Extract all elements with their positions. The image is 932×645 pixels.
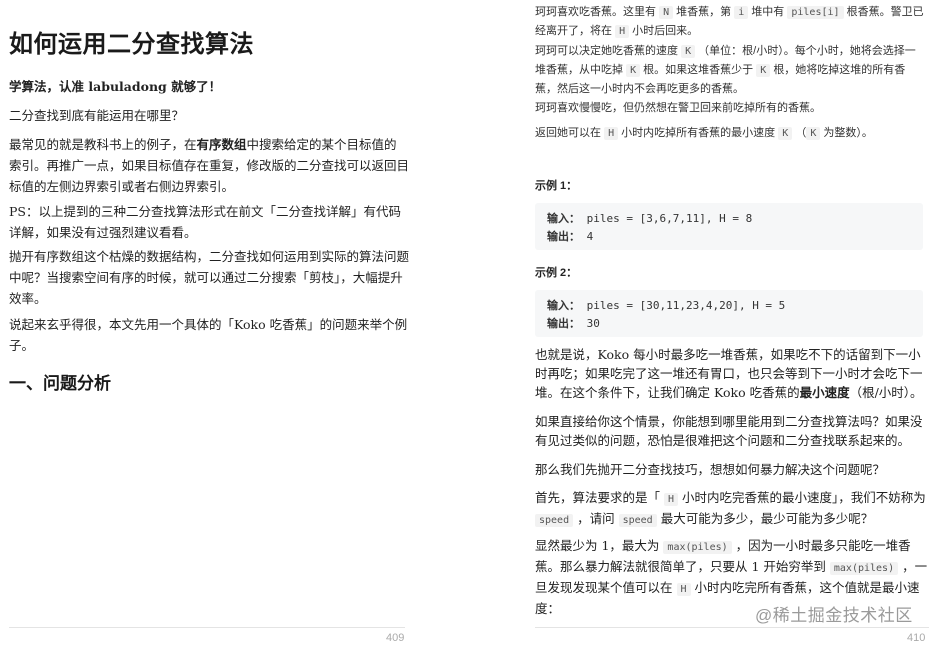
prob2-c: 根。如果这堆香蕉少于 [643, 64, 754, 76]
output-label: 输出： [547, 318, 580, 330]
section-heading: 一、问题分析 [9, 374, 111, 394]
right-page: 珂珂喜欢吃香蕉。这里有 N 堆香蕉，第 i 堆中有 piles[i] 根香蕉。警… [514, 0, 932, 645]
footer-divider [535, 627, 929, 628]
input-value: piles = [3,6,7,11], H = 8 [586, 212, 753, 225]
code-max-piles: max(piles) [829, 562, 899, 575]
s4-c: ，请问 [577, 511, 615, 526]
example-2-label: 示例 2： [535, 267, 578, 279]
code-K: K [626, 64, 641, 77]
prob1-a: 珂珂喜欢吃香蕉。这里有 [535, 6, 656, 18]
code-speed: speed [618, 514, 657, 527]
intro-paragraph: 学算法，认准 labuladong 就够了！ [9, 76, 409, 97]
code-K: K [778, 127, 793, 140]
example-1-input: 输入： piles = [3,6,7,11], H = 8 [547, 210, 911, 228]
paragraph-binary-search-uses: 最常见的就是教科书上的例子，在有序数组中搜索给定的某个目标值的索引。再推广一点，… [9, 134, 409, 197]
problem-paragraph-3: 珂珂喜欢慢慢吃，但仍然想在警卫回来前吃掉所有的香蕉。 [535, 102, 821, 114]
prob1-c: 堆中有 [751, 6, 785, 18]
explanation-paragraph-4: 首先，算法要求的是「 H 小时内吃完香蕉的最小速度」，我们不妨称为 speed … [535, 488, 931, 530]
prob4-b: 小时内吃掉所有香蕉的最小速度 [621, 127, 776, 139]
problem-paragraph-2: 珂珂可以决定她吃香蕉的速度 K （单位：根/小时）。每个小时，她将会选择一堆香蕉… [535, 42, 925, 98]
page-number: 410 [907, 632, 926, 644]
output-value: 4 [586, 230, 594, 243]
input-label: 输入： [547, 300, 580, 312]
paragraph-pruning: 抛开有序数组这个枯燥的数据结构，二分查找如何运用到实际的算法问题中呢？当搜索空间… [9, 249, 410, 306]
code-max-piles: max(piles) [663, 541, 732, 554]
p1-bold: 有序数组 [196, 137, 247, 152]
paragraph-koko-intro: 说起来玄乎得很，本文先用一个具体的「Koko 吃香蕉」的问题来举个例子。 [9, 317, 408, 353]
code-piles: piles[i] [787, 6, 844, 19]
code-N: N [659, 6, 674, 19]
example-1-label: 示例 1： [535, 180, 578, 192]
page-gutter [420, 0, 514, 645]
example-2-output: 输出： 30 [547, 315, 911, 333]
explanation-paragraph-2: 如果直接给你这个情景，你能想到哪里能用到二分查找算法吗？如果没有见过类似的问题，… [535, 414, 923, 448]
code-H: H [604, 127, 619, 140]
input-value: piles = [30,11,23,4,20], H = 5 [586, 299, 786, 312]
example-2-input: 输入： piles = [30,11,23,4,20], H = 5 [547, 297, 911, 315]
s5-a: 显然最少为 1，最大为 [535, 538, 660, 553]
s1-bold: 最小速度 [799, 385, 850, 400]
example-1-output: 输出： 4 [547, 228, 911, 246]
explanation-paragraph-1: 也就是说，Koko 每小时最多吃一堆香蕉，如果吃不下的话留到下一小时再吃；如果吃… [535, 345, 931, 402]
s4-a: 首先，算法要求的是「 [535, 490, 661, 505]
watermark-text: @稀土掘金技术社区 [755, 606, 913, 625]
code-K: K [756, 64, 771, 77]
code-K: K [806, 127, 821, 140]
prob4-a: 返回她可以在 [535, 127, 601, 139]
code-H: H [676, 583, 691, 596]
ps-paragraph: PS：以上提到的三种二分查找算法形式在前文「二分查找详解」有代码详解，如果没有过… [9, 204, 401, 240]
s1-b: （根/小时）。 [849, 385, 923, 400]
left-page: 如何运用二分查找算法 学算法，认准 labuladong 就够了！ 二分查找到底… [0, 0, 420, 645]
p1-text-a: 最常见的就是教科书上的例子，在 [9, 137, 197, 152]
code-H: H [664, 493, 679, 506]
code-H: H [615, 25, 630, 38]
input-label: 输入： [547, 213, 580, 225]
prob4-d: 为整数）。 [823, 127, 873, 139]
output-label: 输出： [547, 231, 580, 243]
footer-divider [9, 627, 405, 628]
example-1-box: 输入： piles = [3,6,7,11], H = 8 输出： 4 [535, 203, 923, 250]
code-i: i [734, 6, 749, 19]
page-number: 409 [386, 632, 405, 644]
s4-d: 最大可能为多少，最少可能为多少呢？ [660, 511, 874, 526]
output-value: 30 [586, 317, 600, 330]
page-title: 如何运用二分查找算法 [9, 29, 254, 58]
prob4-c: （ [795, 127, 807, 139]
code-K: K [681, 45, 696, 58]
question-paragraph: 二分查找到底有能运用在哪里？ [9, 108, 185, 123]
intro-bold-text: 学算法，认准 labuladong 就够了！ [9, 79, 222, 94]
prob1-b: 堆香蕉，第 [676, 6, 732, 18]
example-2-box: 输入： piles = [30,11,23,4,20], H = 5 输出： 3… [535, 290, 923, 337]
code-speed: speed [535, 514, 574, 527]
problem-paragraph-1: 珂珂喜欢吃香蕉。这里有 N 堆香蕉，第 i 堆中有 piles[i] 根香蕉。警… [535, 3, 925, 41]
prob1-e: 小时后回来。 [632, 25, 699, 37]
prob2-a: 珂珂可以决定她吃香蕉的速度 [535, 45, 678, 57]
explanation-paragraph-3: 那么我们先抛开二分查找技巧，想想如何暴力解决这个问题呢？ [535, 462, 886, 477]
problem-paragraph-4: 返回她可以在 H 小时内吃掉所有香蕉的最小速度 K （K 为整数）。 [535, 124, 925, 143]
s4-b: 小时内吃完香蕉的最小速度」，我们不妨称为 [682, 490, 926, 505]
